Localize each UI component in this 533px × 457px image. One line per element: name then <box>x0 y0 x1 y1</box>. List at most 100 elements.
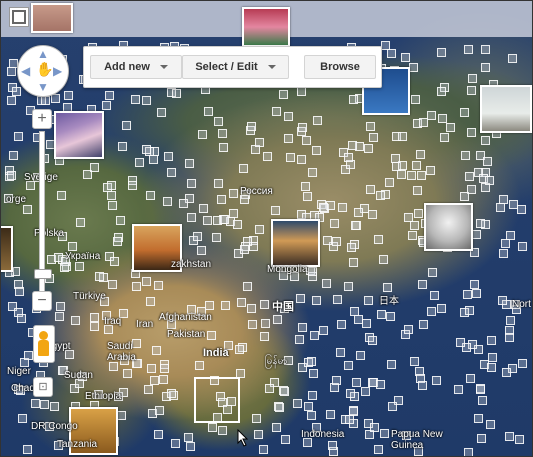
photo-thumbnail[interactable] <box>142 277 151 286</box>
photo-thumbnail[interactable] <box>312 296 321 305</box>
photo-thumbnail[interactable] <box>379 255 388 264</box>
photo-thumbnail[interactable] <box>518 242 527 251</box>
photo-thumbnail[interactable] <box>505 432 514 441</box>
photo-thumbnail[interactable] <box>387 360 396 369</box>
photo-thumbnail[interactable] <box>364 144 373 153</box>
photo-thumbnail[interactable] <box>401 53 410 62</box>
photo-thumbnail[interactable] <box>481 45 490 54</box>
photo-thumbnail[interactable] <box>260 300 269 309</box>
photo-thumbnail[interactable] <box>308 391 317 400</box>
photo-thumbnail[interactable] <box>217 195 226 204</box>
photo-thumbnail[interactable] <box>272 423 281 432</box>
photo-thumbnail[interactable] <box>248 320 257 329</box>
photo-thumbnail[interactable] <box>154 430 163 439</box>
photo-thumbnail[interactable] <box>464 448 473 456</box>
photo-thumbnail[interactable] <box>456 338 465 347</box>
photo-thumbnail[interactable] <box>279 90 288 99</box>
photo-thumbnail[interactable] <box>179 199 188 208</box>
photo-thumbnail[interactable] <box>362 319 371 328</box>
photo-thumbnail[interactable] <box>265 384 274 393</box>
photo-thumbnail[interactable] <box>376 191 385 200</box>
photo-thumbnail[interactable] <box>184 433 193 442</box>
photo-thumbnail[interactable] <box>487 336 496 345</box>
photo-thumbnail[interactable] <box>374 445 383 454</box>
photo-thumbnail[interactable] <box>113 237 122 246</box>
photo-thumbnail[interactable] <box>308 267 317 276</box>
photo-map[interactable]: Россия Sverige orge Polska Україна zakhs… <box>0 0 533 457</box>
photo-thumbnail[interactable] <box>60 263 69 272</box>
photo-thumbnail[interactable] <box>350 307 359 316</box>
photo-thumbnail[interactable] <box>472 289 481 298</box>
photo-thumbnail[interactable] <box>247 122 256 131</box>
photo-thumbnail[interactable] <box>485 176 494 185</box>
photo-thumbnail[interactable] <box>50 402 59 411</box>
photo-thumbnail[interactable] <box>185 159 194 168</box>
photo-thumbnail[interactable] <box>478 396 487 405</box>
photo-thumbnail[interactable] <box>413 186 422 195</box>
photo-thumbnail[interactable] <box>368 336 377 345</box>
photo-thumbnail[interactable] <box>295 335 304 344</box>
photo-thumbnail[interactable] <box>366 122 375 131</box>
photo-thumbnail[interactable] <box>418 381 427 390</box>
photo-thumbnail[interactable] <box>388 402 397 411</box>
photo-thumbnail[interactable] <box>351 221 360 230</box>
photo-thumbnail[interactable] <box>464 45 473 54</box>
photo-thumbnail[interactable] <box>195 361 204 370</box>
photo-thumbnail[interactable] <box>344 282 353 291</box>
photo-marker-cloud[interactable] <box>424 203 473 251</box>
photo-thumbnail[interactable] <box>105 91 114 100</box>
photo-thumbnail[interactable] <box>51 94 60 103</box>
pan-right-icon[interactable]: ▶ <box>53 65 62 77</box>
photo-thumbnail[interactable] <box>221 301 230 310</box>
photo-thumbnail[interactable] <box>397 170 406 179</box>
photo-thumbnail[interactable] <box>280 387 289 396</box>
photo-thumbnail[interactable] <box>460 108 469 117</box>
photo-thumbnail[interactable] <box>476 219 485 228</box>
photo-thumbnail[interactable] <box>419 320 428 329</box>
photo-thumbnail[interactable] <box>410 221 419 230</box>
photo-thumbnail[interactable] <box>361 387 370 396</box>
photo-thumbnail[interactable] <box>488 353 497 362</box>
photo-thumbnail[interactable] <box>487 363 496 372</box>
photo-thumbnail[interactable] <box>235 345 244 354</box>
photo-thumbnail[interactable] <box>369 133 378 142</box>
photo-marker-rainbow[interactable] <box>54 111 104 159</box>
photo-thumbnail[interactable] <box>7 96 16 105</box>
photo-thumbnail[interactable] <box>12 87 21 96</box>
photo-thumbnail[interactable] <box>255 225 264 234</box>
photo-thumbnail[interactable] <box>465 172 474 181</box>
photo-thumbnail[interactable] <box>23 205 32 214</box>
photo-thumbnail[interactable] <box>150 376 159 385</box>
photo-thumbnail[interactable] <box>171 439 180 448</box>
photo-thumbnail[interactable] <box>349 258 358 267</box>
photo-thumbnail[interactable] <box>160 364 169 373</box>
photo-thumbnail[interactable] <box>333 295 342 304</box>
street-view-pegman[interactable] <box>33 325 55 363</box>
photo-thumbnail[interactable] <box>142 96 151 105</box>
photo-thumbnail[interactable] <box>102 101 111 110</box>
photo-thumbnail[interactable] <box>193 232 202 241</box>
photo-thumbnail[interactable] <box>275 403 284 412</box>
photo-thumbnail[interactable] <box>337 320 346 329</box>
photo-thumbnail[interactable] <box>440 133 449 142</box>
pan-up-icon[interactable]: ▲ <box>37 48 49 60</box>
photo-thumbnail[interactable] <box>517 205 526 214</box>
photo-thumbnail[interactable] <box>502 368 511 377</box>
photo-thumbnail[interactable] <box>163 197 172 206</box>
pan-down-icon[interactable]: ▼ <box>37 81 49 93</box>
photo-thumbnail[interactable] <box>23 445 32 454</box>
photo-thumbnail[interactable] <box>298 323 307 332</box>
photo-thumbnail[interactable] <box>467 86 476 95</box>
photo-thumbnail[interactable] <box>167 168 176 177</box>
photo-thumbnail[interactable] <box>259 445 268 454</box>
photo-thumbnail[interactable] <box>437 48 446 57</box>
photo-thumbnail[interactable] <box>416 150 425 159</box>
photo-thumbnail[interactable] <box>345 415 354 424</box>
photo-thumbnail[interactable] <box>307 357 316 366</box>
photo-thumbnail[interactable] <box>214 179 223 188</box>
photo-thumbnail[interactable] <box>90 313 99 322</box>
photo-thumbnail[interactable] <box>159 375 168 384</box>
photo-thumbnail[interactable] <box>310 331 319 340</box>
photo-thumbnail[interactable] <box>229 209 238 218</box>
photo-thumbnail[interactable] <box>454 385 463 394</box>
